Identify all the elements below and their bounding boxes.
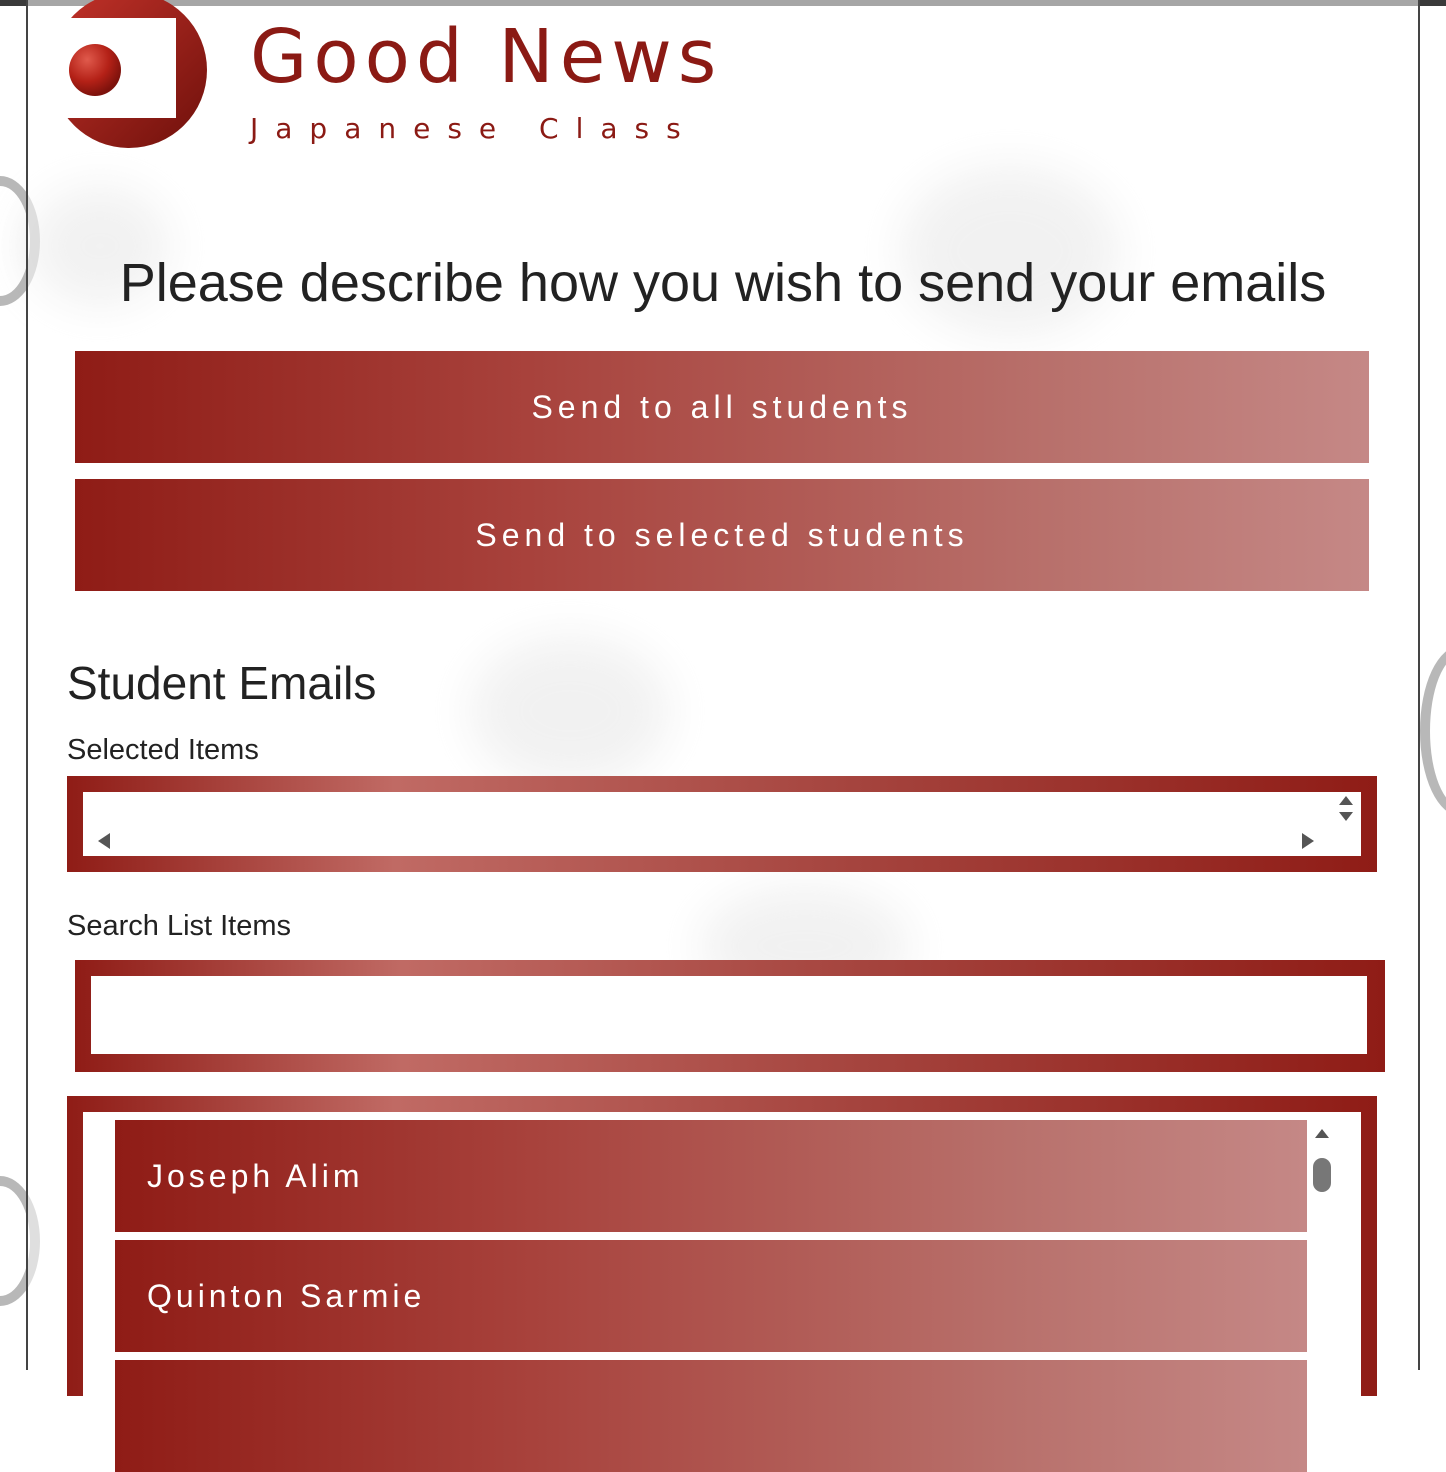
section-title: Student Emails xyxy=(67,657,377,709)
brand-title: Good News xyxy=(250,14,723,100)
selected-items-label: Selected Items xyxy=(67,734,259,766)
logo-icon xyxy=(50,0,207,148)
send-selected-button[interactable]: Send to selected students xyxy=(75,479,1369,591)
brand-subtitle: Japanese Class xyxy=(250,112,698,145)
background-swirl xyxy=(1420,646,1446,816)
list-scrollbar-thumb[interactable] xyxy=(1313,1158,1331,1192)
scroll-right-icon[interactable] xyxy=(1302,833,1314,849)
list-scroll-up-icon[interactable] xyxy=(1315,1129,1329,1138)
search-input[interactable] xyxy=(91,976,1367,1054)
scroll-left-icon[interactable] xyxy=(98,833,110,849)
search-label: Search List Items xyxy=(67,910,292,942)
student-list-item[interactable]: Joseph Alim xyxy=(115,1120,1307,1232)
send-all-button[interactable]: Send to all students xyxy=(75,351,1369,463)
selected-items-frame xyxy=(67,776,1377,872)
page-heading: Please describe how you wish to send you… xyxy=(119,253,1327,313)
scroll-up-icon[interactable] xyxy=(1339,796,1353,805)
selected-items-listbox[interactable] xyxy=(83,792,1361,856)
scroll-down-icon[interactable] xyxy=(1339,812,1353,821)
student-list-item[interactable]: Quinton Sarmie xyxy=(115,1240,1307,1352)
student-list-item[interactable] xyxy=(115,1360,1307,1472)
